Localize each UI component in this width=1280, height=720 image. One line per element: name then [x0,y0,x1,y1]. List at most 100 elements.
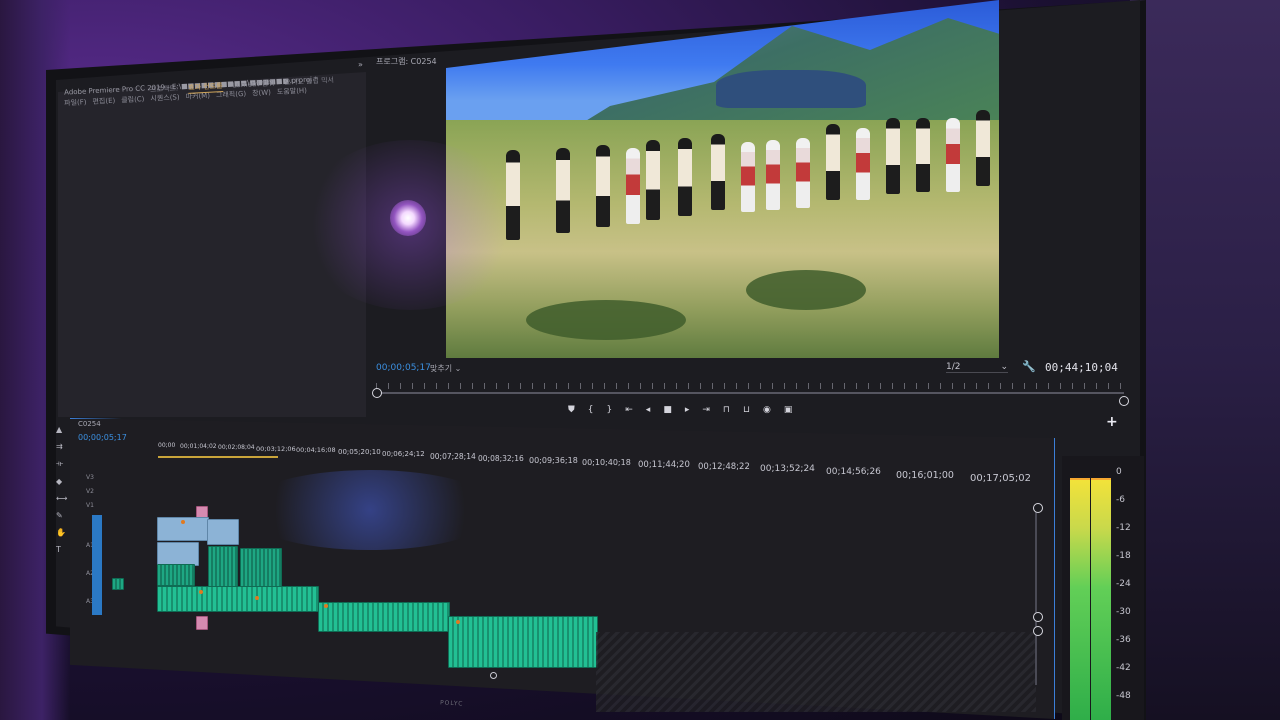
db-label: -36 [1116,635,1131,645]
program-current-timecode[interactable]: 00;00;05;17 [376,363,431,373]
razor-icon[interactable]: ◆ [56,477,68,486]
audio-meter-right [1091,480,1111,720]
ruler-label: 00;01;04;02 [180,443,217,450]
go-to-out-icon[interactable]: ⇥ [702,405,710,415]
play-icon[interactable]: ▸ [685,405,690,415]
graphic-clip[interactable] [196,616,208,630]
scrub-end-handle[interactable] [1119,396,1129,406]
ruler-label: 00;13;52;24 [760,464,815,474]
resolution-dropdown[interactable]: 1/2 ⌄ [946,362,1008,373]
horizontal-zoom-handle[interactable] [490,672,497,679]
video-clip[interactable] [157,542,199,566]
db-label: -12 [1116,523,1131,533]
ruler-label: 00;09;36;18 [529,456,578,465]
scrub-start-handle[interactable] [372,388,382,398]
menu-file[interactable]: 파일(F) [64,97,87,108]
tab-lumetri-scopes[interactable]: Lumetri 범위 [232,78,275,91]
clip-keyframe-marker[interactable] [324,604,328,608]
track-target-strip[interactable] [92,515,102,615]
transport-controls: ⛊ { } ⇤ ◂ ■ ▸ ⇥ ⊓ ⊔ ◉ ▣ [568,405,792,415]
program-scrub-bar[interactable] [376,392,1124,394]
video-dancer [946,118,960,192]
clip-keyframe-marker[interactable] [456,620,460,624]
scrollbar-bottom-handle[interactable] [1033,626,1043,636]
comparison-icon[interactable]: ▣ [784,405,793,415]
out-point-icon[interactable]: } [607,405,613,415]
marker-icon[interactable]: ⛊ [568,405,575,415]
scrollbar-middle-handle[interactable] [1033,612,1043,622]
clip-keyframe-marker[interactable] [181,520,185,524]
timeline-ruler[interactable]: 00;00 00;01;04;02 00;02;08;04 00;03;12;0… [158,440,1038,490]
video-dancer [741,142,755,212]
timeline-vertical-scrollbar[interactable] [1035,505,1037,685]
audio-clip[interactable] [157,586,319,612]
tools-panel: ▲ ⇉ ⟛ ◆ ⟷ ✎ ✋ T [56,425,68,635]
type-tool-icon[interactable]: T [56,545,68,554]
ruler-label: 00;14;56;26 [826,467,881,477]
sequence-tab[interactable]: C0254 [78,420,101,428]
panel-tabs-overflow[interactable]: » [358,60,363,69]
audio-clip[interactable] [112,578,124,590]
track-label-v1[interactable]: V1 [86,502,94,512]
db-label: -24 [1116,579,1131,589]
selection-tool-icon[interactable]: ▲ [56,425,68,434]
ruler-label: 00;17;05;02 [970,473,1032,484]
ruler-label: 00;00 [158,442,176,449]
chevron-down-icon: ⌄ [1000,362,1008,372]
audio-clip[interactable] [157,564,195,586]
clip-keyframe-marker[interactable] [199,590,203,594]
track-label-v3[interactable]: V3 [86,474,94,484]
video-dancer [826,124,840,200]
video-dancer [976,110,990,186]
video-dancer [796,138,810,208]
audio-clip[interactable] [448,616,598,668]
scrollbar-top-handle[interactable] [1033,503,1043,513]
program-monitor-title[interactable]: 프로그램: C0254 [376,56,437,67]
program-duration-timecode: 00;44;10;04 [1045,361,1118,374]
in-point-icon[interactable]: { [588,405,594,415]
ruler-label: 00;03;12;06 [256,445,296,453]
tab-effect-controls[interactable]: 효과 컨트롤 [187,81,223,94]
video-rock [716,70,866,108]
video-dancer [678,138,692,216]
extract-icon[interactable]: ⊔ [743,405,750,415]
slip-icon[interactable]: ⟷ [56,494,68,503]
audio-meter-left [1070,480,1090,720]
fit-dropdown[interactable]: 맞추기 ⌄ [430,363,461,374]
db-label: -30 [1116,607,1131,617]
wrench-icon[interactable]: 🔧 [1022,360,1036,373]
monitor-brand-logo: POLYC [439,699,464,708]
go-to-in-icon[interactable]: ⇤ [625,405,633,415]
track-select-icon[interactable]: ⇉ [56,442,68,451]
ruler-label: 00;11;44;20 [638,460,690,470]
export-frame-icon[interactable]: ◉ [763,405,771,415]
track-label-v2[interactable]: V2 [86,488,94,498]
ruler-label: 00;10;40;18 [582,458,631,467]
program-scrub-ruler [376,383,1124,389]
menu-clip[interactable]: 클립(C) [121,94,145,105]
ruler-label: 00;04;16;08 [296,446,336,454]
tab-project[interactable]: 프로젝트: [150,83,179,95]
audio-clip[interactable] [318,602,450,632]
chevron-down-icon: ⌄ [454,364,462,373]
audio-meter-peak-right [1091,478,1111,480]
stop-icon[interactable]: ■ [663,405,672,415]
db-label: -6 [1116,495,1125,505]
video-dancer [711,134,725,210]
db-label: -42 [1116,663,1131,673]
db-label: 0 [1116,467,1122,477]
video-clip[interactable] [207,519,239,545]
video-shrub [746,270,866,310]
hand-icon[interactable]: ✋ [56,528,68,537]
ripple-edit-icon[interactable]: ⟛ [56,459,68,469]
timeline-current-timecode[interactable]: 00;00;05;17 [78,433,127,442]
clip-keyframe-marker[interactable] [255,596,259,600]
add-button[interactable]: + [1106,414,1118,430]
menu-edit[interactable]: 편집(E) [92,96,115,107]
video-dancer [626,148,640,224]
pen-icon[interactable]: ✎ [56,511,68,520]
audio-clip[interactable] [208,546,238,588]
lift-icon[interactable]: ⊓ [723,405,730,415]
in-out-range-bar[interactable] [158,456,278,458]
step-back-icon[interactable]: ◂ [646,405,651,415]
